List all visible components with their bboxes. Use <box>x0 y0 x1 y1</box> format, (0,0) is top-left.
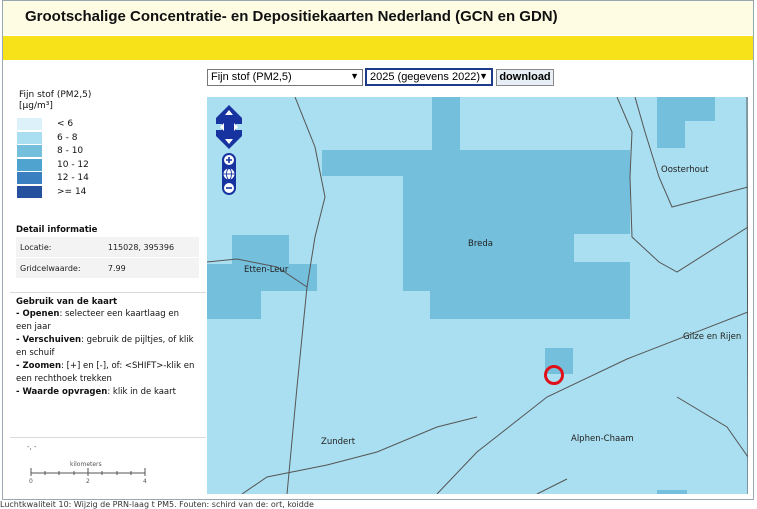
legend-swatch <box>17 131 42 144</box>
usage-item-key: - Verschuiven <box>16 335 82 345</box>
divider <box>10 437 206 438</box>
legend-label: 8 - 10 <box>57 146 84 156</box>
place-label: Breda <box>468 239 493 249</box>
detail-key: Gridcelwaarde: <box>16 257 104 279</box>
usage-item: - Openen: selecteer een kaartlaag en een… <box>16 308 196 334</box>
detail-value: 115028, 395396 <box>103 237 199 258</box>
concentration-cells <box>207 97 715 494</box>
usage-item-key: - Openen <box>16 309 60 319</box>
legend-title: Fijn stof (PM2,5) [µg/m³] <box>19 90 91 112</box>
substance-select[interactable]: Fijn stof (PM2,5) ▼ <box>207 69 363 86</box>
usage-item-key: - Waarde opvragen <box>16 387 108 397</box>
place-label: Gilze en Rijen <box>683 332 742 342</box>
legend-label: 6 - 8 <box>57 132 78 143</box>
usage-item: - Verschuiven: gebruik de pijltjes, of k… <box>16 334 196 360</box>
usage-list: - Openen: selecteer een kaartlaag en een… <box>16 308 196 399</box>
year-select[interactable]: 2025 (gegevens 2022) ▼ <box>365 68 493 86</box>
usage-item-key: - Zoomen <box>16 361 62 371</box>
legend-label: 12 - 14 <box>57 173 89 183</box>
legend-swatch <box>17 158 42 171</box>
pan-zoom-control <box>216 105 242 195</box>
zoom-in-icon[interactable] <box>224 155 234 165</box>
legend-swatch <box>17 118 42 130</box>
header-bar: Grootschalige Concentratie- en Depositie… <box>3 1 753 35</box>
scale-tick-label: 4 <box>143 478 147 485</box>
yellow-banner <box>3 36 753 60</box>
map-layer <box>207 97 748 494</box>
table-row: Locatie: 115028, 395396 <box>16 237 199 258</box>
chevron-down-icon: ▼ <box>350 71 359 81</box>
legend-swatch <box>17 145 42 157</box>
legend-label: < 6 <box>57 119 74 129</box>
divider <box>10 292 206 293</box>
detail-table: Locatie: 115028, 395396 Gridcelwaarde: 7… <box>16 237 199 279</box>
legend-label: 10 - 12 <box>57 159 89 170</box>
substance-select-value: Fijn stof (PM2,5) <box>211 71 292 83</box>
page-title: Grootschalige Concentratie- en Depositie… <box>25 8 558 25</box>
usage-title: Gebruik van de kaart <box>16 297 118 307</box>
legend-title-line1: Fijn stof (PM2,5) <box>19 90 92 100</box>
download-button[interactable]: download <box>496 69 554 86</box>
scale-tick-label: 2 <box>86 478 90 485</box>
scale-tick-label: 0 <box>29 478 33 485</box>
usage-item: - Zoomen: [+] en [-], of: <SHIFT>-klik e… <box>16 360 196 386</box>
place-label: Etten-Leur <box>244 265 289 275</box>
place-label: Alphen-Chaam <box>571 434 634 444</box>
legend-swatch <box>17 172 42 184</box>
place-label: Zundert <box>321 437 356 447</box>
pan-control[interactable] <box>216 105 242 149</box>
detail-value: 7.99 <box>103 257 199 279</box>
detail-title: Detail informatie <box>16 225 98 235</box>
chevron-down-icon: ▼ <box>479 71 488 81</box>
zoom-out-icon[interactable] <box>224 183 234 193</box>
globe-icon[interactable] <box>223 168 235 180</box>
usage-item-text: : klik in de kaart <box>107 387 176 397</box>
scale-bar: -, - kilometers 0 2 4 <box>25 443 155 488</box>
legend-title-line2: [µg/m³] <box>19 101 53 111</box>
place-label: Oosterhout <box>661 165 709 175</box>
usage-item: - Waarde opvragen: klik in de kaart <box>16 386 196 399</box>
scale-line <box>30 468 146 476</box>
legend-swatch <box>17 185 42 198</box>
detail-key: Locatie: <box>16 237 104 258</box>
legend-label: >= 14 <box>57 186 87 197</box>
table-row: Gridcelwaarde: 7.99 <box>16 257 199 279</box>
map-canvas[interactable]: Oosterhout Breda Etten-Leur Gilze en Rij… <box>207 97 748 494</box>
year-select-value: 2025 (gegevens 2022) <box>370 71 481 83</box>
